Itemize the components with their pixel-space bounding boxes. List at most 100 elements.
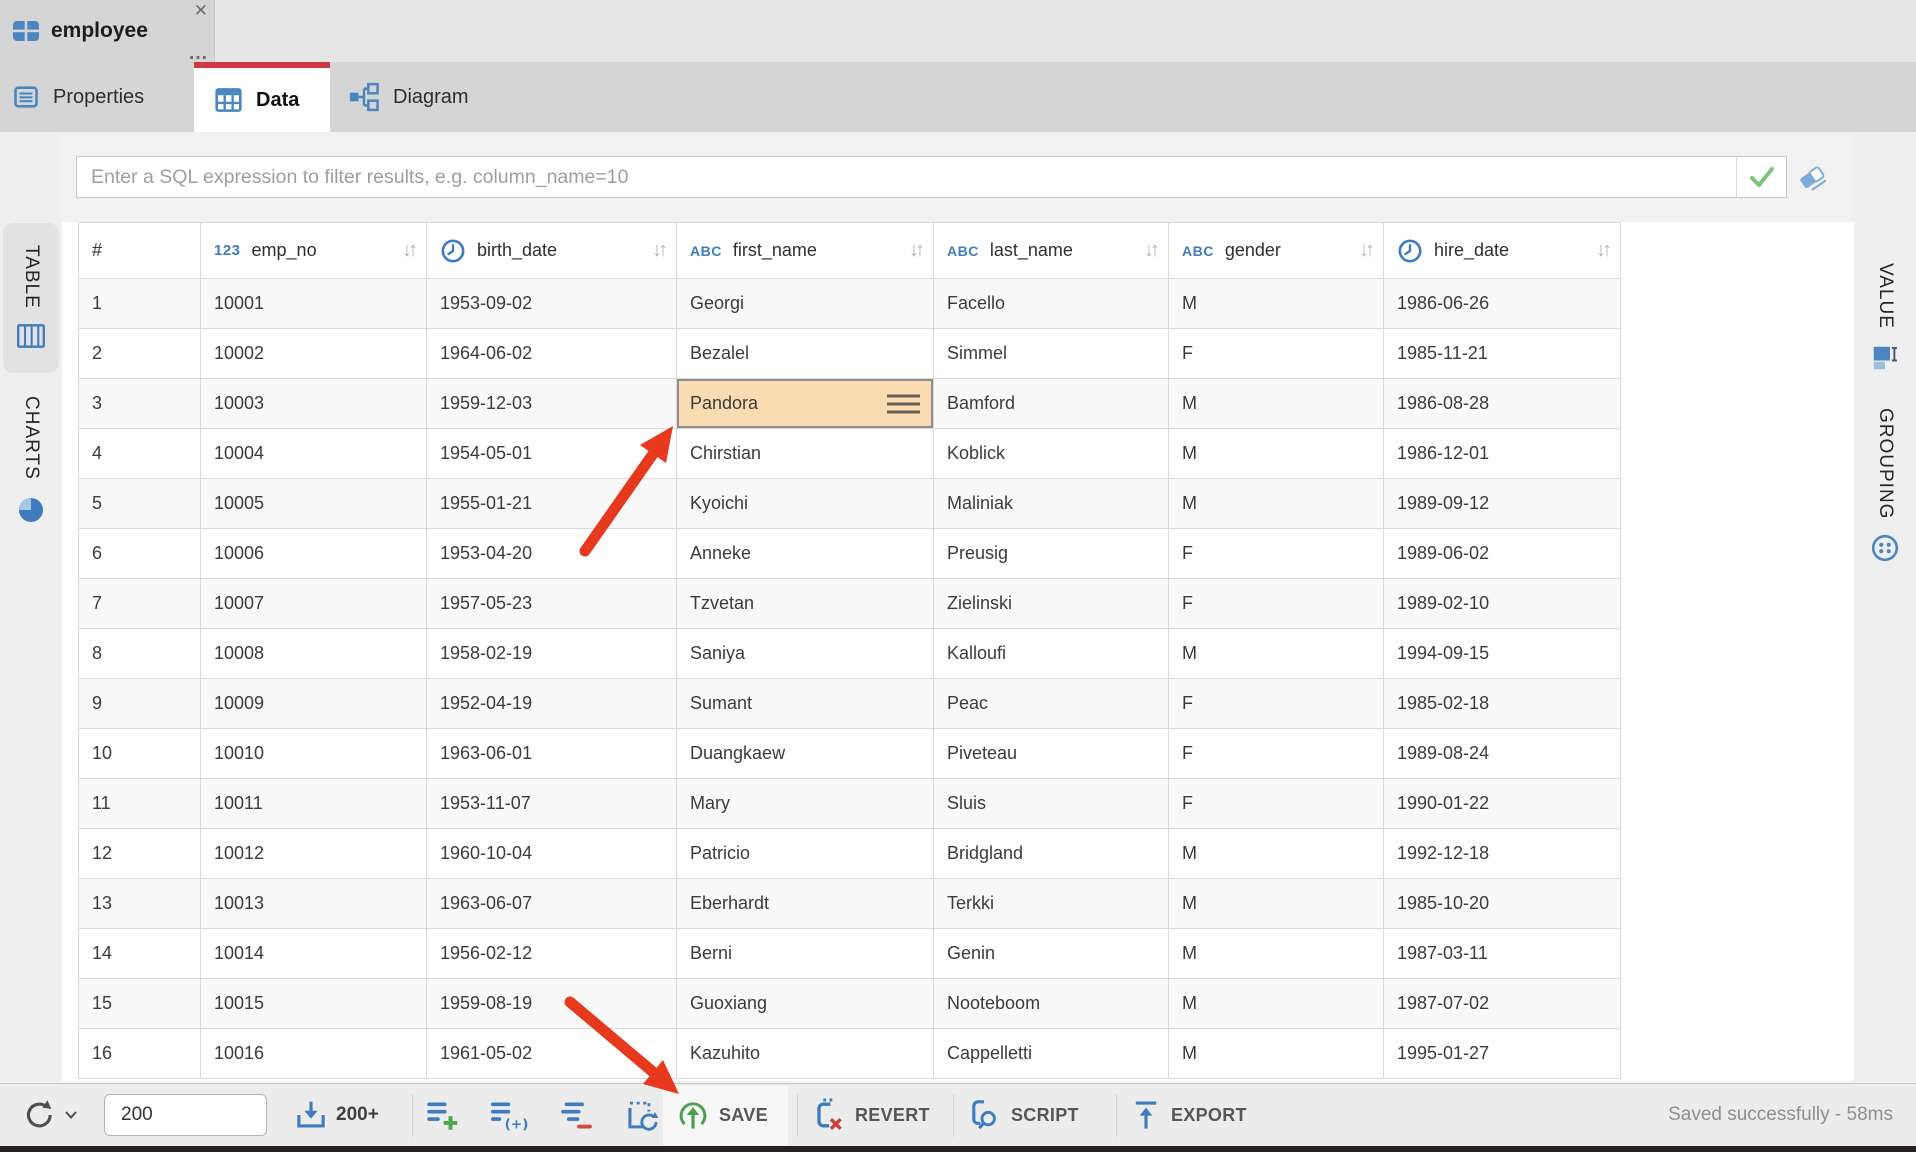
data-cell[interactable]: 1989-08-24 xyxy=(1384,729,1621,779)
more-dots-icon[interactable]: … xyxy=(188,46,209,60)
data-cell[interactable]: 1961-05-02 xyxy=(427,1029,677,1079)
fetch-size-input[interactable] xyxy=(104,1094,267,1136)
column-header-first_name[interactable]: ABCfirst_name↓↑ xyxy=(677,223,934,279)
data-cell[interactable]: Sluis xyxy=(934,779,1169,829)
data-cell[interactable]: 1985-10-20 xyxy=(1384,879,1621,929)
data-cell[interactable]: 10008 xyxy=(201,629,427,679)
data-cell[interactable]: 1987-03-11 xyxy=(1384,929,1621,979)
apply-filter-button[interactable] xyxy=(1736,156,1787,198)
row-number-cell[interactable]: 13 xyxy=(79,879,201,929)
data-cell[interactable]: Duangkaew xyxy=(677,729,934,779)
column-header-gender[interactable]: ABCgender↓↑ xyxy=(1169,223,1384,279)
sort-icon[interactable]: ↓↑ xyxy=(402,239,418,262)
column-header-last_name[interactable]: ABClast_name↓↑ xyxy=(934,223,1169,279)
data-cell[interactable]: M xyxy=(1169,429,1384,479)
data-cell[interactable]: 1985-02-18 xyxy=(1384,679,1621,729)
revert-button[interactable]: REVERT xyxy=(810,1097,930,1133)
data-cell[interactable]: 1986-06-26 xyxy=(1384,279,1621,329)
data-cell[interactable]: 10013 xyxy=(201,879,427,929)
refresh-row-button[interactable] xyxy=(624,1097,662,1133)
data-cell[interactable]: 10005 xyxy=(201,479,427,529)
data-cell[interactable]: 1959-12-03 xyxy=(427,379,677,429)
data-cell[interactable]: F xyxy=(1169,329,1384,379)
fetch-next-page-button[interactable]: 200+ xyxy=(294,1099,379,1131)
data-cell[interactable]: Koblick xyxy=(934,429,1169,479)
row-number-cell[interactable]: 2 xyxy=(79,329,201,379)
row-number-cell[interactable]: 8 xyxy=(79,629,201,679)
data-cell[interactable]: M xyxy=(1169,629,1384,679)
row-number-cell[interactable]: 11 xyxy=(79,779,201,829)
data-cell[interactable]: 1958-02-19 xyxy=(427,629,677,679)
data-cell[interactable]: Bezalel xyxy=(677,329,934,379)
data-cell[interactable]: 1986-08-28 xyxy=(1384,379,1621,429)
data-cell[interactable]: 1989-09-12 xyxy=(1384,479,1621,529)
clear-filter-button[interactable] xyxy=(1794,160,1830,194)
data-cell[interactable]: Simmel xyxy=(934,329,1169,379)
row-number-cell[interactable]: 9 xyxy=(79,679,201,729)
data-cell[interactable]: F xyxy=(1169,679,1384,729)
tab-diagram[interactable]: Diagram xyxy=(330,62,525,132)
data-cell[interactable]: 1992-12-18 xyxy=(1384,829,1621,879)
row-number-cell[interactable]: 15 xyxy=(79,979,201,1029)
data-cell[interactable]: Georgi xyxy=(677,279,934,329)
row-number-cell[interactable]: 16 xyxy=(79,1029,201,1079)
data-cell[interactable]: F xyxy=(1169,779,1384,829)
data-cell[interactable]: M xyxy=(1169,379,1384,429)
data-cell[interactable]: Tzvetan xyxy=(677,579,934,629)
data-cell[interactable]: M xyxy=(1169,929,1384,979)
data-cell[interactable]: Genin xyxy=(934,929,1169,979)
data-cell[interactable]: 10001 xyxy=(201,279,427,329)
data-cell[interactable]: Preusig xyxy=(934,529,1169,579)
data-cell[interactable]: 1994-09-15 xyxy=(1384,629,1621,679)
data-cell[interactable]: M xyxy=(1169,1029,1384,1079)
data-cell[interactable]: 10015 xyxy=(201,979,427,1029)
data-cell[interactable]: 10004 xyxy=(201,429,427,479)
save-button[interactable]: SAVE xyxy=(676,1098,768,1132)
row-number-cell[interactable]: 14 xyxy=(79,929,201,979)
row-number-header[interactable]: # xyxy=(79,223,201,279)
data-cell[interactable]: 1952-04-19 xyxy=(427,679,677,729)
sort-icon[interactable]: ↓↑ xyxy=(1144,239,1160,262)
data-cell[interactable]: 1986-12-01 xyxy=(1384,429,1621,479)
row-number-cell[interactable]: 10 xyxy=(79,729,201,779)
data-cell[interactable]: 1990-01-22 xyxy=(1384,779,1621,829)
refresh-button[interactable] xyxy=(20,1096,78,1134)
export-button[interactable]: EXPORT xyxy=(1130,1098,1247,1132)
data-cell[interactable]: 10016 xyxy=(201,1029,427,1079)
sql-filter-input[interactable] xyxy=(76,156,1737,198)
row-number-cell[interactable]: 7 xyxy=(79,579,201,629)
data-cell[interactable]: Eberhardt xyxy=(677,879,934,929)
script-button[interactable]: SCRIPT xyxy=(966,1097,1079,1133)
data-cell[interactable]: Kazuhito xyxy=(677,1029,934,1079)
data-cell[interactable]: Bamford xyxy=(934,379,1169,429)
panel-tab-grouping[interactable]: GROUPING xyxy=(1857,388,1913,583)
data-cell[interactable]: 10011 xyxy=(201,779,427,829)
editor-tab-employee[interactable]: employee ✕ … xyxy=(0,0,215,62)
data-cell[interactable]: 1985-11-21 xyxy=(1384,329,1621,379)
data-cell[interactable]: 1995-01-27 xyxy=(1384,1029,1621,1079)
data-cell[interactable]: Piveteau xyxy=(934,729,1169,779)
data-cell[interactable]: Anneke xyxy=(677,529,934,579)
data-cell[interactable]: Patricio xyxy=(677,829,934,879)
data-cell[interactable]: M xyxy=(1169,879,1384,929)
data-cell[interactable]: M xyxy=(1169,979,1384,1029)
sort-icon[interactable]: ↓↑ xyxy=(652,239,668,262)
column-header-birth_date[interactable]: birth_date↓↑ xyxy=(427,223,677,279)
data-cell[interactable]: 1953-09-02 xyxy=(427,279,677,329)
column-header-emp_no[interactable]: 123emp_no↓↑ xyxy=(201,223,427,279)
row-number-cell[interactable]: 6 xyxy=(79,529,201,579)
close-icon[interactable]: ✕ xyxy=(194,1,208,21)
data-cell[interactable]: Mary xyxy=(677,779,934,829)
data-cell[interactable]: 1989-02-10 xyxy=(1384,579,1621,629)
data-cell[interactable]: F xyxy=(1169,729,1384,779)
row-number-cell[interactable]: 3 xyxy=(79,379,201,429)
delete-row-button[interactable] xyxy=(558,1098,594,1132)
row-number-cell[interactable]: 1 xyxy=(79,279,201,329)
data-cell[interactable]: 10007 xyxy=(201,579,427,629)
panel-tab-value[interactable]: VALUE xyxy=(1857,228,1913,408)
data-cell[interactable]: F xyxy=(1169,579,1384,629)
data-cell[interactable]: Maliniak xyxy=(934,479,1169,529)
data-cell[interactable]: Saniya xyxy=(677,629,934,679)
data-cell[interactable]: 1953-11-07 xyxy=(427,779,677,829)
data-cell[interactable]: Cappelletti xyxy=(934,1029,1169,1079)
